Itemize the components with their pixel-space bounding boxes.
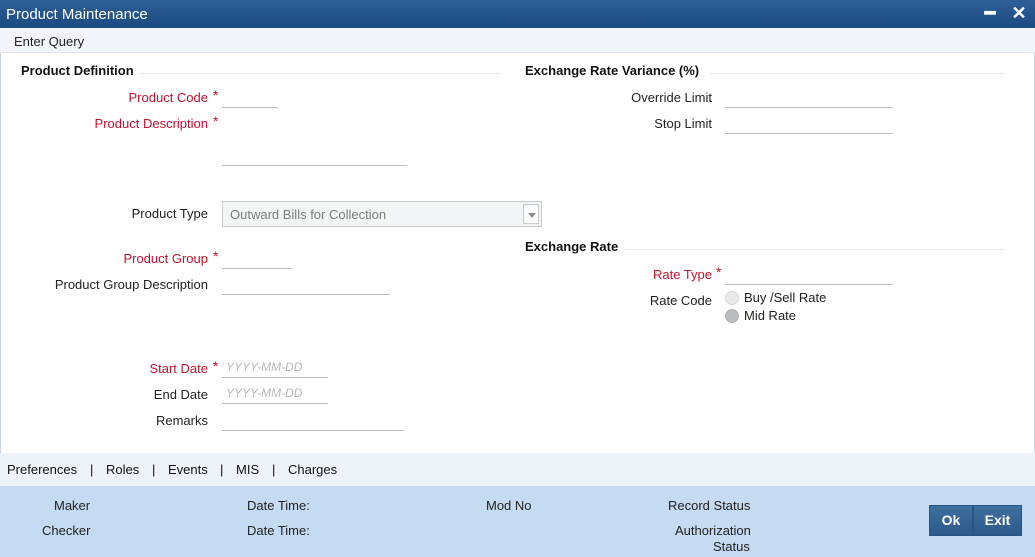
tab-separator: | [220, 462, 224, 477]
buy-sell-rate-radio[interactable] [725, 291, 739, 305]
window-title: Product Maintenance [6, 6, 148, 23]
product-code-field[interactable] [222, 86, 278, 108]
stop-limit-label: Stop Limit [654, 116, 712, 131]
mid-rate-radio[interactable] [725, 309, 739, 323]
tab-separator: | [90, 462, 94, 477]
tab-preferences[interactable]: Preferences [7, 462, 77, 477]
chevron-down-icon[interactable] [523, 204, 539, 224]
minimize-icon[interactable]: ━ [979, 2, 1001, 24]
tab-roles[interactable]: Roles [106, 462, 139, 477]
checker-date-time-label: Date Time: [247, 523, 310, 538]
required-marker: * [213, 87, 219, 103]
rate-code-label: Rate Code [649, 293, 712, 308]
product-group-description-label: Product Group Description [54, 277, 208, 292]
stop-limit-field[interactable] [725, 112, 893, 134]
override-limit-label: Override Limit [631, 90, 712, 105]
required-marker: * [213, 113, 219, 129]
maker-label: Maker [54, 498, 91, 513]
tab-mis[interactable]: MIS [236, 462, 259, 477]
remarks-field[interactable] [222, 409, 404, 431]
tab-separator: | [272, 462, 276, 477]
override-limit-field[interactable] [725, 86, 893, 108]
mid-rate-label: Mid Rate [744, 308, 797, 323]
start-date-field[interactable] [222, 356, 328, 378]
product-group-field[interactable] [222, 247, 292, 269]
product-type-select[interactable]: Outward Bills for Collection [222, 201, 542, 227]
maker-date-time-label: Date Time: [247, 498, 310, 513]
required-marker: * [213, 248, 219, 264]
section-divider [709, 73, 1005, 74]
exchange-rate-variance-heading: Exchange Rate Variance (%) [525, 63, 700, 78]
tab-events[interactable]: Events [168, 462, 208, 477]
record-status-label: Record Status [668, 498, 751, 513]
buy-sell-rate-label: Buy /Sell Rate [744, 290, 827, 305]
product-group-description-field[interactable] [222, 273, 390, 295]
section-divider [139, 73, 501, 74]
end-date-field[interactable] [222, 382, 328, 404]
product-description-field[interactable] [222, 144, 407, 166]
authorization-status-label-line2: Status [713, 539, 750, 554]
end-date-label: End Date [153, 387, 208, 402]
exchange-rate-heading: Exchange Rate [525, 239, 619, 254]
menu-bar: Enter Query [0, 28, 1035, 53]
tab-separator: | [152, 462, 156, 477]
tab-charges[interactable]: Charges [288, 462, 337, 477]
checker-label: Checker [42, 523, 91, 538]
rate-type-label: Rate Type [652, 267, 712, 282]
product-description-label: Product Description [94, 116, 208, 131]
close-icon[interactable]: ✕ [1008, 2, 1030, 24]
section-divider [625, 249, 1005, 250]
mod-no-label: Mod No [486, 498, 532, 513]
enter-query-menu-item[interactable]: Enter Query [14, 34, 84, 49]
exit-button[interactable]: Exit [973, 505, 1022, 536]
product-type-value: Outward Bills for Collection [230, 207, 387, 222]
form-content: Product Definition Product Code * Produc… [0, 53, 1035, 453]
product-group-label: Product Group [123, 251, 208, 266]
authorization-status-label: Authorization [675, 523, 751, 538]
window-title-bar: Product Maintenance ━ ✕ [0, 0, 1035, 28]
remarks-label: Remarks [155, 413, 208, 428]
audit-footer: Maker Checker Date Time: Date Time: Mod … [0, 486, 1035, 557]
sub-screen-tabs: Preferences | Roles | Events | MIS | Cha… [0, 453, 1035, 486]
rate-type-field[interactable] [725, 263, 893, 285]
start-date-label: Start Date [149, 361, 208, 376]
required-marker: * [716, 264, 722, 280]
ok-button[interactable]: Ok [929, 505, 973, 536]
required-marker: * [213, 358, 219, 374]
product-code-label: Product Code [128, 90, 209, 105]
product-definition-heading: Product Definition [21, 63, 134, 78]
product-type-label: Product Type [131, 206, 208, 221]
